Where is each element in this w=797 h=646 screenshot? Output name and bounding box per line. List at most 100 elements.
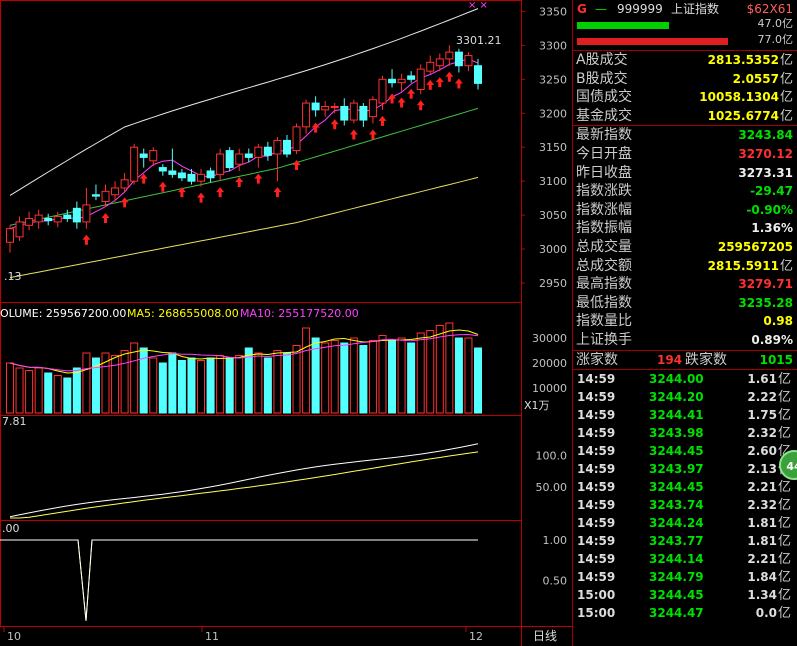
tick-row: 15:00 3244.47 0.0亿	[573, 604, 797, 622]
candle-body	[130, 146, 139, 182]
volume-bar	[177, 360, 186, 414]
buy-signal-arrow	[397, 97, 406, 108]
ratio-label-red: 77.0亿	[757, 33, 794, 46]
tick-row: 14:59 3243.98 2.32亿	[573, 424, 797, 442]
tick-time: 14:59	[577, 534, 616, 549]
stat-value: 3235.28	[738, 295, 793, 310]
panel-frame	[0, 520, 522, 627]
stat-label: 最低指数	[576, 294, 632, 311]
volume-bar	[263, 357, 272, 414]
stat-row: 指数涨幅 -0.90%	[573, 201, 797, 220]
tick-time: 14:59	[577, 480, 616, 495]
turnover-label: 基金成交	[576, 107, 632, 124]
turnover-unit: 亿	[779, 108, 793, 124]
tick-unit: 亿	[777, 534, 791, 550]
indicator2-axis-label: 0.50	[543, 574, 568, 587]
candle-body	[474, 65, 482, 84]
volume-bar	[302, 327, 311, 414]
candle-body	[330, 105, 339, 108]
date-label: 12	[469, 630, 483, 643]
candle-body	[416, 68, 425, 90]
tick-row: 14:59 3244.45 2.60亿	[573, 442, 797, 460]
tick-list[interactable]: 14:59 3244.00 1.61亿 14:59 3244.20 2.22亿 14:59 3…	[573, 369, 797, 622]
buy-signal-arrow	[445, 71, 454, 82]
volume-legend: OLUME: 259567200.00	[0, 307, 127, 320]
candle-body	[426, 61, 435, 72]
stat-value: 3270.12	[738, 146, 793, 161]
buy-signal-arrow	[273, 187, 282, 198]
tick-volume: 2.32	[747, 426, 777, 441]
tick-unit: 亿	[777, 588, 791, 604]
candle-body	[177, 172, 186, 179]
tick-unit: 亿	[777, 390, 791, 406]
volume-bar	[197, 360, 206, 414]
volume-bar	[15, 367, 24, 414]
stat-value: 3279.71	[738, 277, 793, 292]
stat-label: 指数涨幅	[576, 201, 632, 218]
stat-row: 最高指数 3279.71	[573, 275, 797, 294]
tick-unit: 亿	[777, 408, 791, 424]
buy-signal-arrow	[368, 129, 377, 140]
turnover-value: 10058.1304	[699, 90, 779, 105]
buy-signal-arrow	[311, 122, 320, 133]
volume-bar	[225, 357, 234, 414]
candle-body	[235, 153, 244, 165]
tick-volume: 1.81	[747, 516, 777, 531]
buy-signal-arrow	[235, 176, 244, 187]
candle-body	[282, 139, 291, 155]
tick-price: 3244.20	[649, 390, 704, 405]
volume-bar	[435, 325, 444, 414]
turnover-value: 2.0557	[732, 71, 779, 86]
candle-body	[445, 51, 454, 60]
candle-body	[397, 78, 406, 84]
volume-bar	[72, 367, 81, 414]
tick-time: 15:00	[577, 606, 616, 621]
stat-value: -0.90%	[746, 202, 793, 217]
candle-body	[101, 190, 110, 203]
tick-time: 14:59	[577, 552, 616, 567]
tick-price: 3243.77	[649, 534, 704, 549]
turnover-block: A股成交 2813.5352亿 B股成交 2.0557亿 国债成交 10058.130…	[573, 50, 797, 125]
turnover-unit: 亿	[779, 71, 793, 87]
candle-body	[111, 187, 120, 196]
price-axis-label: 3050	[539, 209, 567, 222]
upper-band-line	[9, 8, 479, 196]
tick-price: 3244.45	[649, 444, 704, 459]
tick-volume: 1.75	[747, 408, 777, 423]
stat-value: 2815.5911	[707, 258, 779, 273]
stat-value: -29.47	[750, 184, 793, 199]
period-label[interactable]: 日线	[533, 627, 557, 644]
buy-signal-arrow	[216, 187, 225, 198]
stat-value: 3273.31	[738, 165, 793, 180]
price-axis-label: 3350	[539, 5, 567, 18]
candle-body	[34, 214, 43, 223]
volume-bar	[273, 350, 282, 414]
candle-body	[263, 146, 272, 156]
volume-bar	[187, 357, 196, 414]
tick-row: 14:59 3244.14 2.21亿	[573, 550, 797, 568]
indicator1-line-white	[9, 443, 479, 518]
buy-signal-arrow	[101, 212, 110, 223]
candle-body	[368, 99, 377, 118]
float-badge-label: 44	[786, 460, 797, 473]
volume-unit-label: X1万	[524, 399, 550, 412]
kline-chart-area[interactable]: 3350 3300 3250 3200 3150 3100 3050 3000 2950 × × 3…	[0, 0, 572, 646]
tick-row: 14:59 3244.41 1.75亿	[573, 406, 797, 424]
tick-unit: 亿	[777, 498, 791, 514]
tick-row: 14:593243.972.13亿	[573, 460, 797, 478]
stat-row: 最低指数 3235.28	[573, 294, 797, 313]
tick-volume: 0.0	[755, 606, 777, 621]
tick-price: 3243.97	[649, 462, 704, 477]
price-axis-label: 3150	[539, 141, 567, 154]
advance-count: 194	[657, 352, 683, 367]
kline-chart-svg[interactable]: 3350 3300 3250 3200 3150 3100 3050 3000 2950 × × 3…	[0, 0, 572, 646]
tick-unit: 亿	[777, 372, 791, 388]
buy-signal-arrow	[416, 100, 425, 111]
tick-time: 14:59	[577, 516, 616, 531]
volume-bar	[206, 357, 215, 414]
tick-volume: 2.21	[747, 552, 777, 567]
volume-bar	[359, 345, 368, 414]
ma-magenta-line	[9, 58, 479, 230]
tick-unit: 亿	[777, 480, 791, 496]
stat-row: 总成交量 259567205	[573, 238, 797, 257]
